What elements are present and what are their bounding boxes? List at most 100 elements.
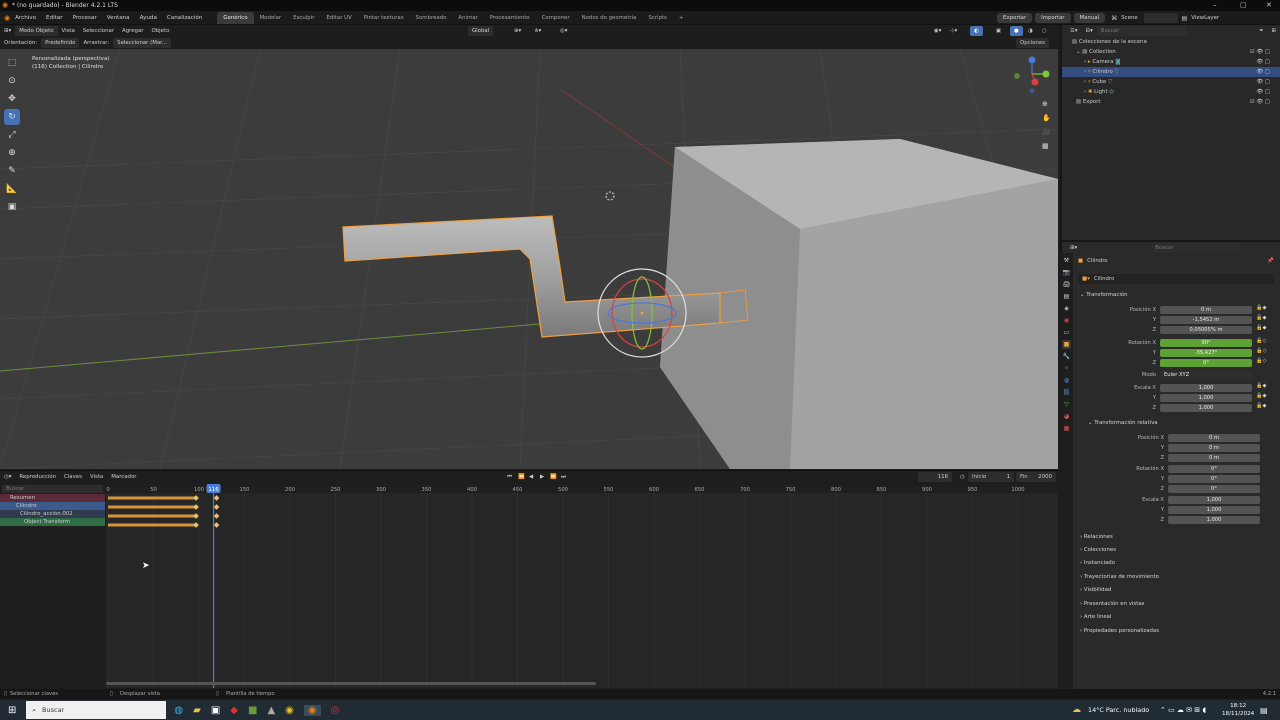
view-layer-tab-icon[interactable]: ▤ <box>1062 292 1071 301</box>
expand-icon[interactable]: › <box>1084 69 1086 75</box>
scale-z-field[interactable]: 1,000 <box>1160 404 1252 412</box>
data-tab-icon[interactable]: ▽ <box>1062 400 1071 409</box>
scale-y-field[interactable]: 1,000 <box>1160 394 1252 402</box>
display-mode-icon[interactable]: ⊟▾ <box>1082 26 1097 36</box>
tab-animation[interactable]: Animar <box>452 12 483 24</box>
delta-transform-panel-header[interactable]: ⌄ Transformación relativa <box>1088 418 1278 429</box>
orientation-default[interactable]: Predefinido <box>41 38 80 48</box>
playback-menu[interactable]: Reproducción <box>15 472 60 482</box>
viewport-3d[interactable]: Personalizada (perspectiva) (116) Collec… <box>0 49 1058 469</box>
menu-pipeline[interactable]: Canalización <box>162 11 207 25</box>
ortho-toggle-icon[interactable]: ▦ <box>1042 142 1049 150</box>
cursor-icon[interactable]: ⊙ <box>4 73 20 89</box>
gizmo-toggle-icon[interactable]: ⊹▾ <box>946 26 961 36</box>
minimize-icon[interactable]: – <box>1213 1 1217 9</box>
rotation-mode-select[interactable]: Euler XYZ <box>1160 371 1252 379</box>
delta-scale-z-field[interactable]: 1,000 <box>1168 516 1260 524</box>
add-menu[interactable]: Agregar <box>118 26 147 36</box>
proportional-edit-icon[interactable]: ◎▾ <box>556 26 571 36</box>
scale-icon[interactable]: ⤢ <box>4 127 20 143</box>
menu-window[interactable]: Ventana <box>102 11 135 25</box>
mode-selector[interactable]: Modo Objeto <box>15 26 58 36</box>
scene-collection-row[interactable]: ▤ Colecciones de la escena <box>1062 37 1280 47</box>
visibility-eye-icon[interactable]: ☑ 👁 ▢ <box>1250 97 1270 107</box>
menu-edit[interactable]: Editar <box>41 11 68 25</box>
drag-selector[interactable]: Seleccionar (Mar... <box>113 38 172 48</box>
delta-location-z-field[interactable]: 0 m <box>1168 454 1260 462</box>
visibility-eye-icon[interactable]: 👁 ▢ <box>1256 57 1270 67</box>
panel-relations[interactable]: › Relaciones <box>1080 532 1270 543</box>
lock-icon[interactable]: 🔓◆ <box>1256 383 1266 389</box>
channel-search-input[interactable]: Buscar <box>2 485 103 493</box>
file-explorer-icon[interactable]: ▰ <box>193 705 201 716</box>
filter-icon[interactable]: ⏷ <box>1255 26 1267 36</box>
delta-location-y-field[interactable]: 0 m <box>1168 444 1260 452</box>
navigation-gizmo[interactable]: ⊕ ✋ 🎥 ▦ <box>1010 54 1054 164</box>
export-button[interactable]: Exportar <box>997 13 1033 23</box>
xray-icon[interactable]: ▣ <box>992 26 1005 36</box>
expand-icon[interactable]: › <box>1084 89 1086 95</box>
app-red-icon[interactable]: ◆ <box>230 705 238 716</box>
render-tab-icon[interactable]: 📷 <box>1062 268 1071 277</box>
outliner-row-camera[interactable]: › ▸ Camera ◙ 👁 ▢ <box>1062 57 1280 67</box>
menu-file[interactable]: Archivo <box>10 11 41 25</box>
overlay-toggle-icon[interactable]: ◐ <box>970 26 983 36</box>
scene-tab-icon[interactable]: ◈ <box>1062 304 1071 313</box>
store-icon[interactable]: ▣ <box>211 705 220 716</box>
visibility-eye-icon[interactable]: 👁 ▢ <box>1256 77 1270 87</box>
zoom-icon[interactable]: ⊕ <box>1042 100 1048 108</box>
output-tab-icon[interactable]: 🖨 <box>1062 280 1071 289</box>
tab-scripting[interactable]: Scripts <box>642 12 672 24</box>
notifications-icon[interactable]: ▤ <box>1260 706 1268 715</box>
add-cube-icon[interactable]: ▣ <box>4 199 20 215</box>
start-frame-field[interactable]: Inicio 1 <box>968 472 1014 482</box>
viewlayer-selector[interactable]: ViewLayer <box>1187 13 1223 23</box>
transform-icon[interactable]: ⊕ <box>4 145 20 161</box>
tab-layout[interactable]: Genérico <box>217 12 254 24</box>
close-icon[interactable]: ✕ <box>1266 1 1272 9</box>
add-workspace-icon[interactable]: + <box>673 12 690 24</box>
object-tab-icon[interactable]: ■ <box>1062 340 1071 349</box>
tab-texture-paint[interactable]: Pintar texturas <box>358 12 410 24</box>
tab-compositing[interactable]: Componer <box>536 12 576 24</box>
expand-icon[interactable]: › <box>1084 59 1086 65</box>
outliner-row-collection[interactable]: ⌄ ▤ Collection ☑ 👁 ▢ <box>1062 47 1280 57</box>
constraints-tab-icon[interactable]: ⛓ <box>1062 388 1071 397</box>
visibility-eye-icon[interactable]: ☑ 👁 ▢ <box>1250 47 1270 57</box>
rotation-z-field[interactable]: 0° <box>1160 359 1252 367</box>
editor-type-icon[interactable]: ⊞▾ <box>0 26 15 36</box>
camera-view-icon[interactable]: 🎥 <box>1042 128 1051 136</box>
recorder-icon[interactable]: ◎ <box>331 705 340 716</box>
scale-x-field[interactable]: 1,000 <box>1160 384 1252 392</box>
expand-icon[interactable]: › <box>1084 79 1086 85</box>
annotate-icon[interactable]: ✎ <box>4 163 20 179</box>
windows-start-icon[interactable]: ⊞ <box>8 705 16 716</box>
tab-geometry-nodes[interactable]: Nodos de geometría <box>576 12 643 24</box>
delta-location-x-field[interactable]: 0 m <box>1168 434 1260 442</box>
measure-icon[interactable]: 📐 <box>4 181 20 197</box>
channel-summary[interactable]: Resumen <box>0 494 105 502</box>
orientation-selector[interactable]: Global <box>468 26 494 36</box>
view-menu[interactable]: Vista <box>58 26 79 36</box>
rotation-y-field[interactable]: -35,427° <box>1160 349 1252 357</box>
tray-icons[interactable]: ⌃ ▭ ☁ ✉ ⊞ ◖ <box>1160 706 1206 714</box>
outliner-editor-icon[interactable]: ☰▾ <box>1066 26 1082 36</box>
keyframe-icon[interactable]: 🔓◇ <box>1256 348 1266 354</box>
location-y-field[interactable]: -1,5452 m <box>1160 316 1252 324</box>
keyframe-icon[interactable]: 🔓◇ <box>1256 338 1266 344</box>
location-x-field[interactable]: 0 m <box>1160 306 1252 314</box>
timeline-editor-icon[interactable]: ◷▾ <box>0 472 15 482</box>
transform-panel-header[interactable]: ⌄ Transformación <box>1080 290 1270 301</box>
snap-icon[interactable]: ⋔▾ <box>530 26 545 36</box>
delta-scale-y-field[interactable]: 1,000 <box>1168 506 1260 514</box>
visibility-icon[interactable]: ◉▾ <box>930 26 945 36</box>
properties-editor-icon[interactable]: ⊞▾ <box>1066 243 1081 253</box>
outliner-row-cube[interactable]: › ▿ Cube ▽ 👁 ▢ <box>1062 77 1280 87</box>
clock[interactable]: 18:12 18/11/2024 <box>1222 702 1254 718</box>
keyframe-icon[interactable]: 🔓◇ <box>1256 358 1266 364</box>
material-tab-icon[interactable]: ◕ <box>1062 412 1071 421</box>
timeline-canvas[interactable]: 0 50 100 150 200 250 300 350 400 450 500 550 600 650 7… <box>106 484 1058 688</box>
panel-motion-paths[interactable]: › Trayectorias de movimiento <box>1080 572 1270 583</box>
select-menu[interactable]: Seleccionar <box>79 26 118 36</box>
delta-scale-x-field[interactable]: 1,000 <box>1168 496 1260 504</box>
